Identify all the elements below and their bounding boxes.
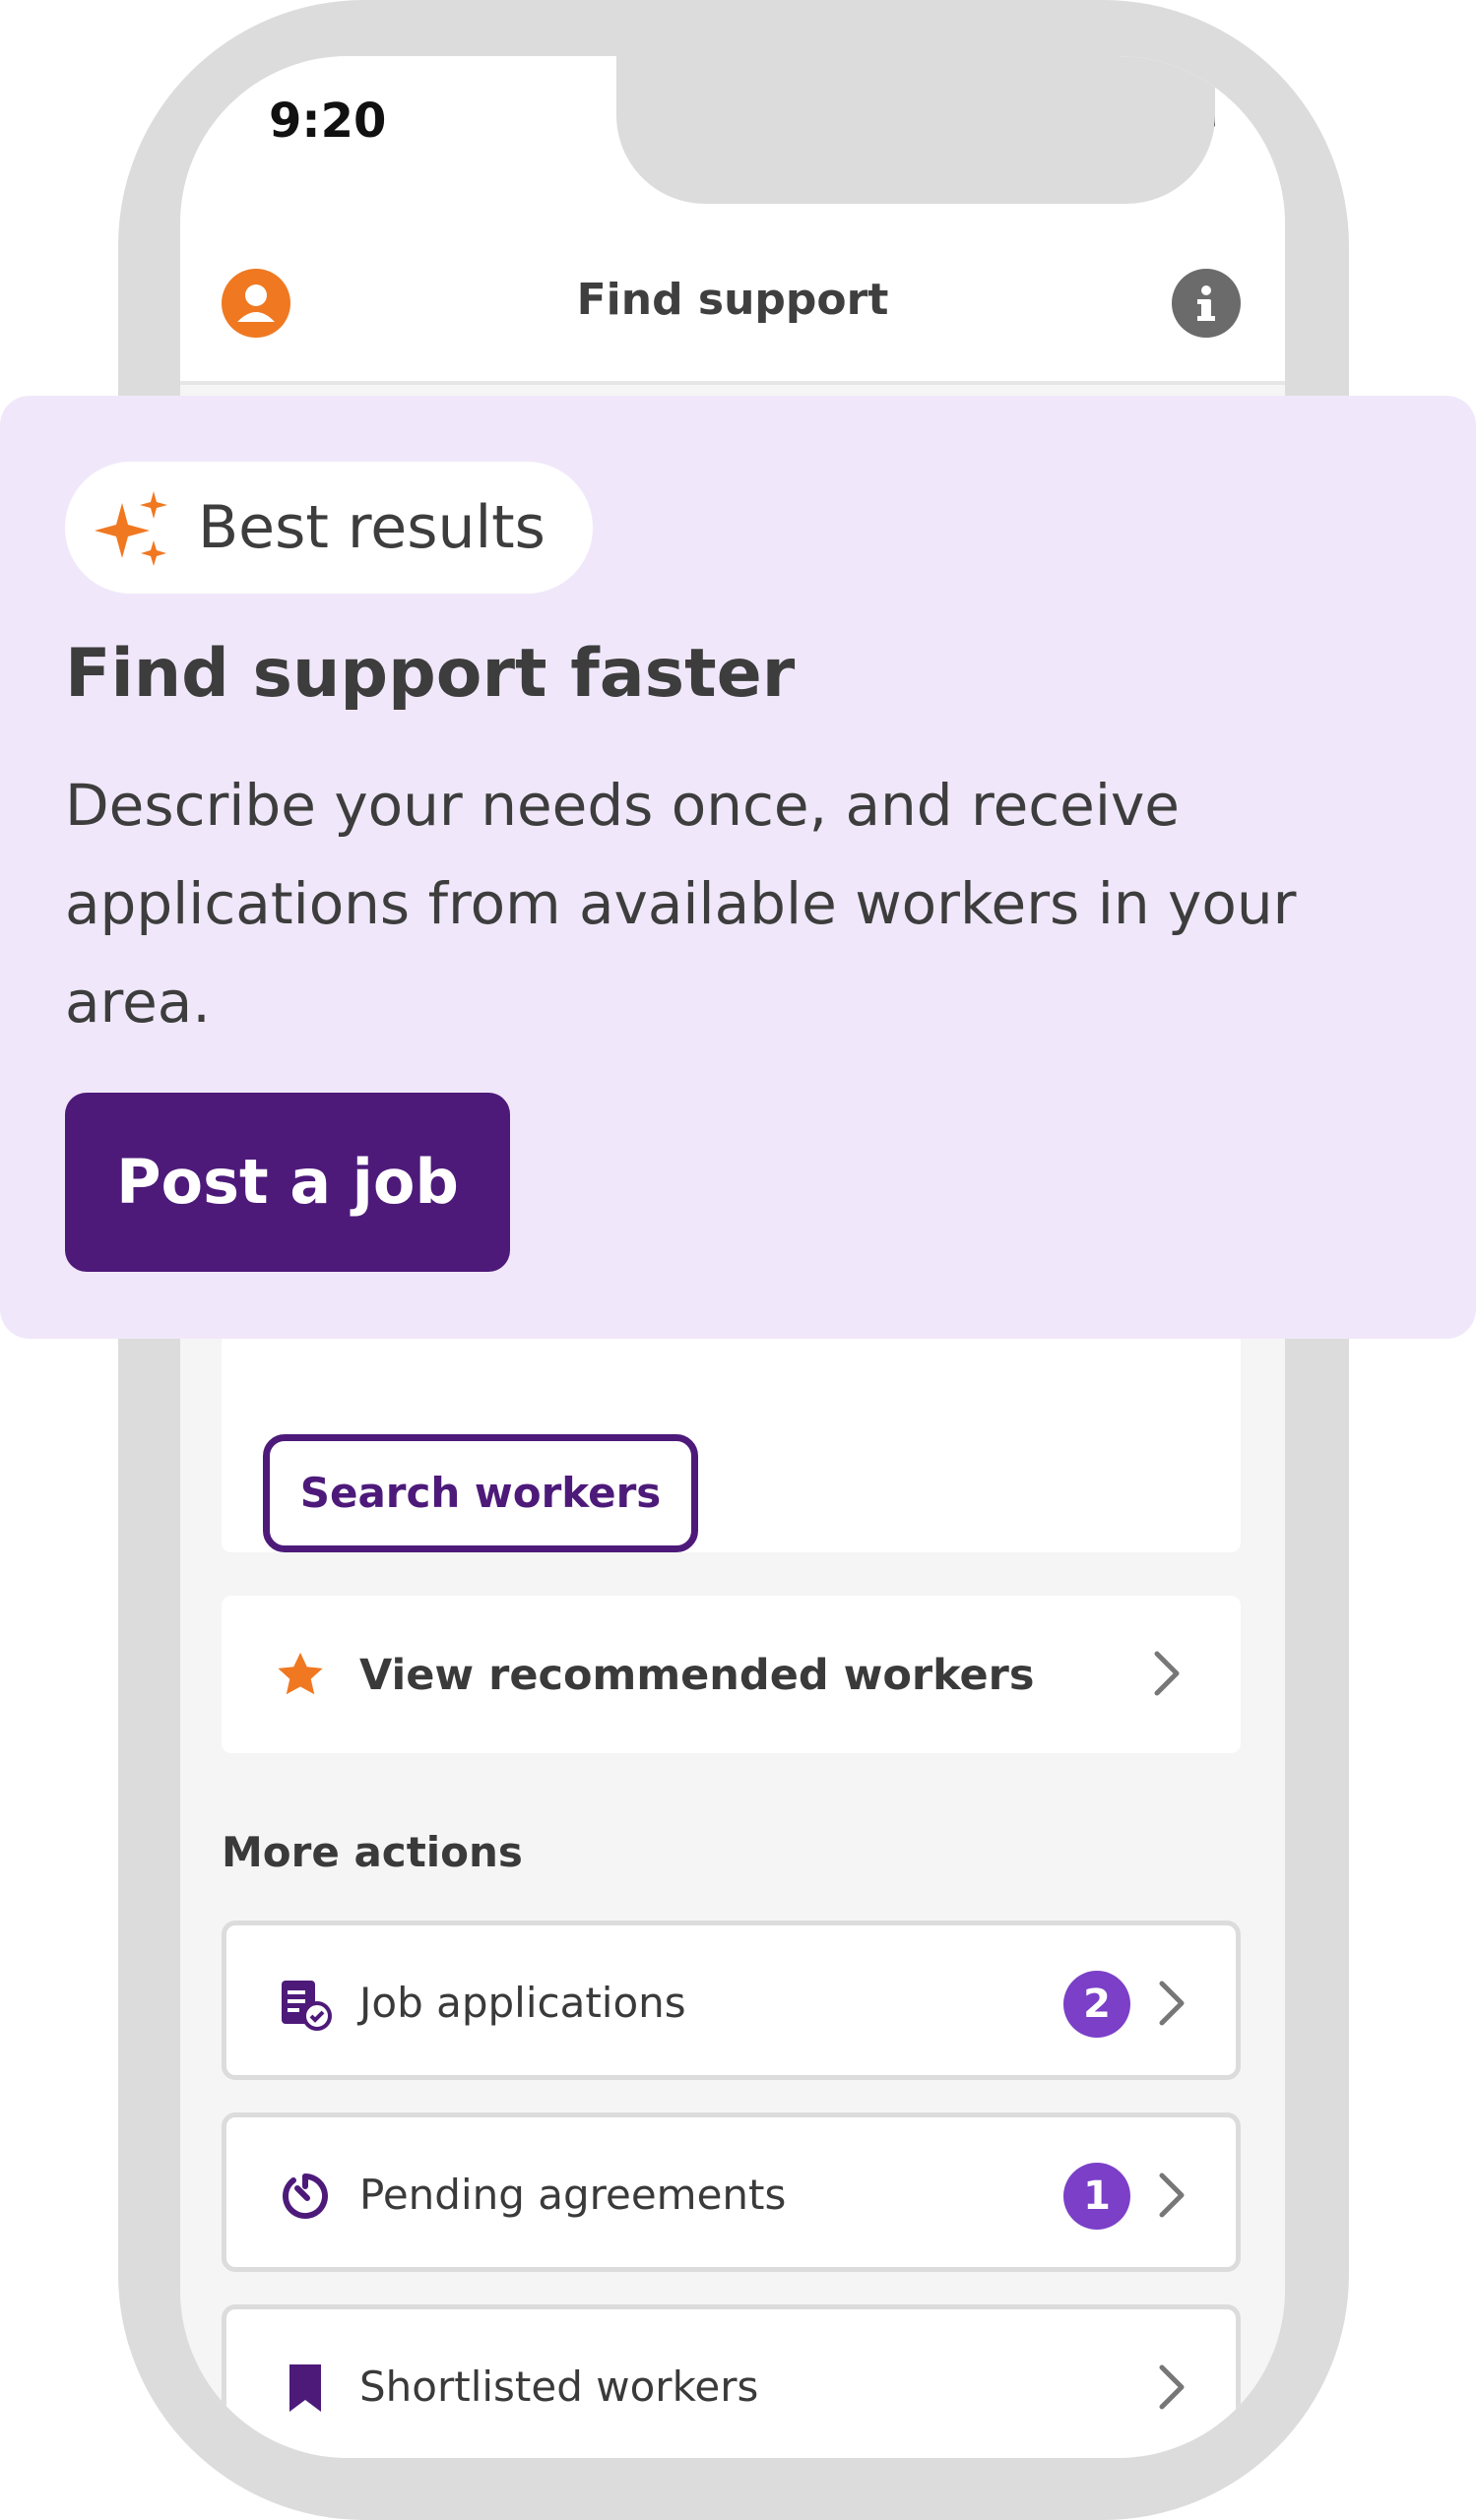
phone-notch: [616, 56, 1215, 204]
document-check-icon: [282, 1981, 332, 2031]
chevron-right-icon: [1159, 2364, 1185, 2410]
recommended-workers-label: View recommended workers: [359, 1651, 1035, 1700]
shortlisted-workers-label: Shortlisted workers: [359, 2362, 759, 2411]
more-actions-heading: More actions: [222, 1828, 523, 1876]
search-workers-button[interactable]: Search workers: [263, 1434, 698, 1552]
best-results-label: Best results: [198, 493, 545, 562]
chevron-right-icon: [1159, 1981, 1185, 2026]
info-button[interactable]: [1172, 269, 1241, 338]
promo-description: Describe your needs once, and receive ap…: [65, 772, 1297, 1036]
star-icon: [278, 1652, 323, 1695]
shortlisted-workers-row[interactable]: Shortlisted workers: [222, 2304, 1241, 2458]
timer-icon: [283, 2174, 328, 2219]
page-title: Find support: [576, 275, 889, 325]
view-recommended-workers-row[interactable]: View recommended workers: [222, 1596, 1241, 1753]
promo-heading: Find support faster: [65, 635, 796, 713]
status-time: 9:20: [269, 94, 387, 149]
post-a-job-button[interactable]: Post a job: [65, 1093, 510, 1272]
pending-agreements-row[interactable]: Pending agreements 1: [222, 2112, 1241, 2272]
job-applications-label: Job applications: [359, 1979, 686, 2027]
nav-bar: Find support: [180, 184, 1285, 385]
info-icon: [1197, 285, 1215, 321]
best-results-pill: Best results: [65, 462, 593, 594]
pending-agreements-label: Pending agreements: [359, 2171, 787, 2219]
bookmark-icon: [289, 2364, 321, 2412]
sparkle-icon: [95, 491, 167, 566]
find-support-faster-card: Best results Find support faster Describ…: [0, 396, 1476, 1339]
chevron-right-icon: [1154, 1651, 1180, 1696]
chevron-right-icon: [1159, 2173, 1185, 2218]
pending-agreements-count-badge: 1: [1063, 2163, 1130, 2230]
job-applications-count-badge: 2: [1063, 1971, 1130, 2038]
job-applications-row[interactable]: Job applications 2: [222, 1921, 1241, 2080]
